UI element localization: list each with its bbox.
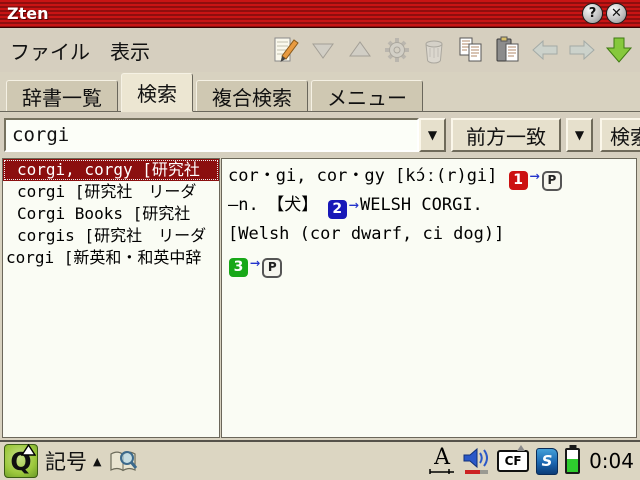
pen-baseline-icon	[429, 469, 455, 475]
entry-text: [Welsh (cor dwarf, ci dog)]	[228, 224, 504, 244]
entry-text: cor・gi, cor・gy [kɔ́ː(r)gi]	[228, 166, 508, 186]
input-method-arrow-icon[interactable]: ▲	[93, 455, 101, 468]
tab-search[interactable]: 検索	[121, 73, 193, 112]
tab-bar: 辞書一覧検索複合検索メニュー	[0, 72, 640, 112]
jump-p-icon[interactable]: P	[542, 171, 562, 191]
help-button[interactable]: ?	[582, 3, 603, 24]
search-button[interactable]: 検索	[600, 118, 640, 152]
tab-menu[interactable]: メニュー	[311, 80, 423, 111]
sd-card-icon[interactable]: S	[536, 448, 558, 475]
entry-text: WELSH CORGI.	[360, 195, 483, 215]
triangle-up-icon[interactable]	[345, 35, 375, 65]
list-item[interactable]: corgi [研究社 リーダ	[3, 181, 219, 203]
entry-line: 3→P	[228, 249, 630, 278]
jump-p-icon[interactable]: P	[262, 258, 282, 278]
launcher-triangle-icon	[21, 444, 36, 456]
list-item[interactable]: corgis [研究社 リーダ	[3, 225, 219, 247]
arrow-left-icon[interactable]	[530, 35, 560, 65]
triangle-down-icon[interactable]	[308, 35, 338, 65]
arrow-right-icon[interactable]	[567, 35, 597, 65]
dictionary-app-icon[interactable]	[108, 446, 138, 476]
match-mode-button[interactable]: 前方一致	[451, 118, 561, 152]
result-list: corgi, corgy [研究社corgi [研究社 リーダCorgi Boo…	[2, 158, 220, 438]
paste-icon[interactable]	[493, 35, 523, 65]
toolbar	[271, 35, 640, 65]
cf-eject-triangle-icon	[517, 445, 525, 451]
arrow-down-icon[interactable]	[604, 35, 634, 65]
search-combobox: ▼	[4, 118, 446, 152]
volume-icon[interactable]	[462, 446, 490, 476]
window-title: Zten	[7, 4, 49, 23]
entry-pane[interactable]: cor・gi, cor・gy [kɔ́ː(r)gi] 1→P—n. 【犬】 2→…	[221, 158, 637, 438]
battery-icon[interactable]	[565, 448, 580, 474]
taskbar: Q 記号 ▲ A CF S	[0, 440, 640, 480]
sense-badge[interactable]: 3	[229, 258, 248, 277]
menu-file[interactable]: ファイル	[8, 34, 92, 67]
match-mode-dropdown-button[interactable]: ▼	[566, 118, 593, 152]
search-input[interactable]	[4, 118, 419, 152]
jump-arrow-icon: →	[249, 253, 261, 273]
input-method-button[interactable]: 記号	[45, 446, 87, 476]
sense-badge[interactable]: 2	[328, 200, 347, 219]
entry-line: cor・gi, cor・gy [kɔ́ː(r)gi] 1→P	[228, 162, 630, 191]
close-button[interactable]: ✕	[606, 3, 627, 24]
jump-arrow-icon: →	[529, 166, 541, 186]
list-item[interactable]: Corgi Books [研究社	[3, 203, 219, 225]
sense-badge[interactable]: 1	[509, 171, 528, 190]
entry-line: [Welsh (cor dwarf, ci dog)]	[228, 220, 630, 249]
menu-view[interactable]: 表示	[108, 34, 152, 67]
menu-bar: ファイル 表示	[0, 28, 640, 72]
trash-icon[interactable]	[419, 35, 449, 65]
history-dropdown-button[interactable]: ▼	[419, 118, 446, 152]
search-row: ▼ 前方一致 ▼ 検索	[0, 113, 640, 157]
clock[interactable]: 0:04	[589, 449, 634, 473]
title-bar: Zten ? ✕	[0, 0, 640, 28]
battery-level	[567, 459, 578, 472]
list-item[interactable]: corgi [新英和・和英中辞	[3, 247, 219, 269]
cf-card-icon[interactable]: CF	[497, 450, 529, 472]
list-item[interactable]: corgi, corgy [研究社	[3, 159, 219, 181]
jump-arrow-icon: →	[348, 195, 360, 215]
tab-compound-search[interactable]: 複合検索	[196, 80, 308, 111]
qtopia-launcher-icon[interactable]: Q	[4, 444, 38, 478]
gear-icon[interactable]	[382, 35, 412, 65]
titlebar-buttons: ? ✕	[582, 3, 627, 24]
copy-icon[interactable]	[456, 35, 486, 65]
pen-input-indicator[interactable]: A	[429, 447, 455, 475]
entry-text: —n. 【犬】	[228, 195, 327, 215]
edit-icon[interactable]	[271, 35, 301, 65]
entry-line: —n. 【犬】 2→WELSH CORGI.	[228, 191, 630, 220]
tab-dictionary-list[interactable]: 辞書一覧	[6, 80, 118, 111]
